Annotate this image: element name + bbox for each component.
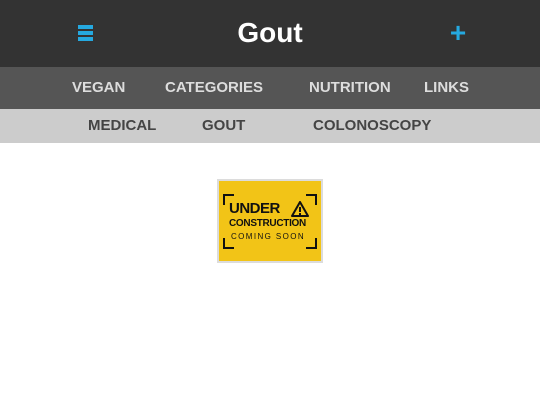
nav-item-colonoscopy[interactable]: COLONOSCOPY — [313, 109, 431, 143]
sign-tagline: COMING SOON — [231, 232, 306, 241]
sign-subheading: CONSTRUCTION — [229, 218, 306, 229]
nav-item-nutrition[interactable]: NUTRITION — [309, 67, 391, 109]
secondary-nav: MEDICAL GOUT COLONOSCOPY — [0, 109, 540, 143]
nav-item-gout[interactable]: GOUT — [202, 109, 245, 143]
warning-icon — [291, 201, 309, 217]
add-button[interactable]: + — [444, 18, 472, 48]
main-content: UNDER CONSTRUCTION COMING SOON — [0, 143, 540, 405]
nav-item-links[interactable]: LINKS — [424, 67, 469, 109]
menu-button[interactable] — [74, 20, 98, 46]
corner-bracket — [306, 238, 317, 249]
sign-heading: UNDER — [229, 200, 280, 217]
primary-nav: VEGAN CATEGORIES NUTRITION LINKS — [0, 67, 540, 109]
nav-item-categories[interactable]: CATEGORIES — [165, 67, 263, 109]
under-construction-image: UNDER CONSTRUCTION COMING SOON — [217, 179, 323, 263]
nav-item-medical[interactable]: MEDICAL — [88, 109, 156, 143]
nav-item-vegan[interactable]: VEGAN — [72, 67, 125, 109]
sign-plate: UNDER CONSTRUCTION COMING SOON — [219, 181, 321, 261]
app-header: Gout + — [0, 0, 540, 67]
